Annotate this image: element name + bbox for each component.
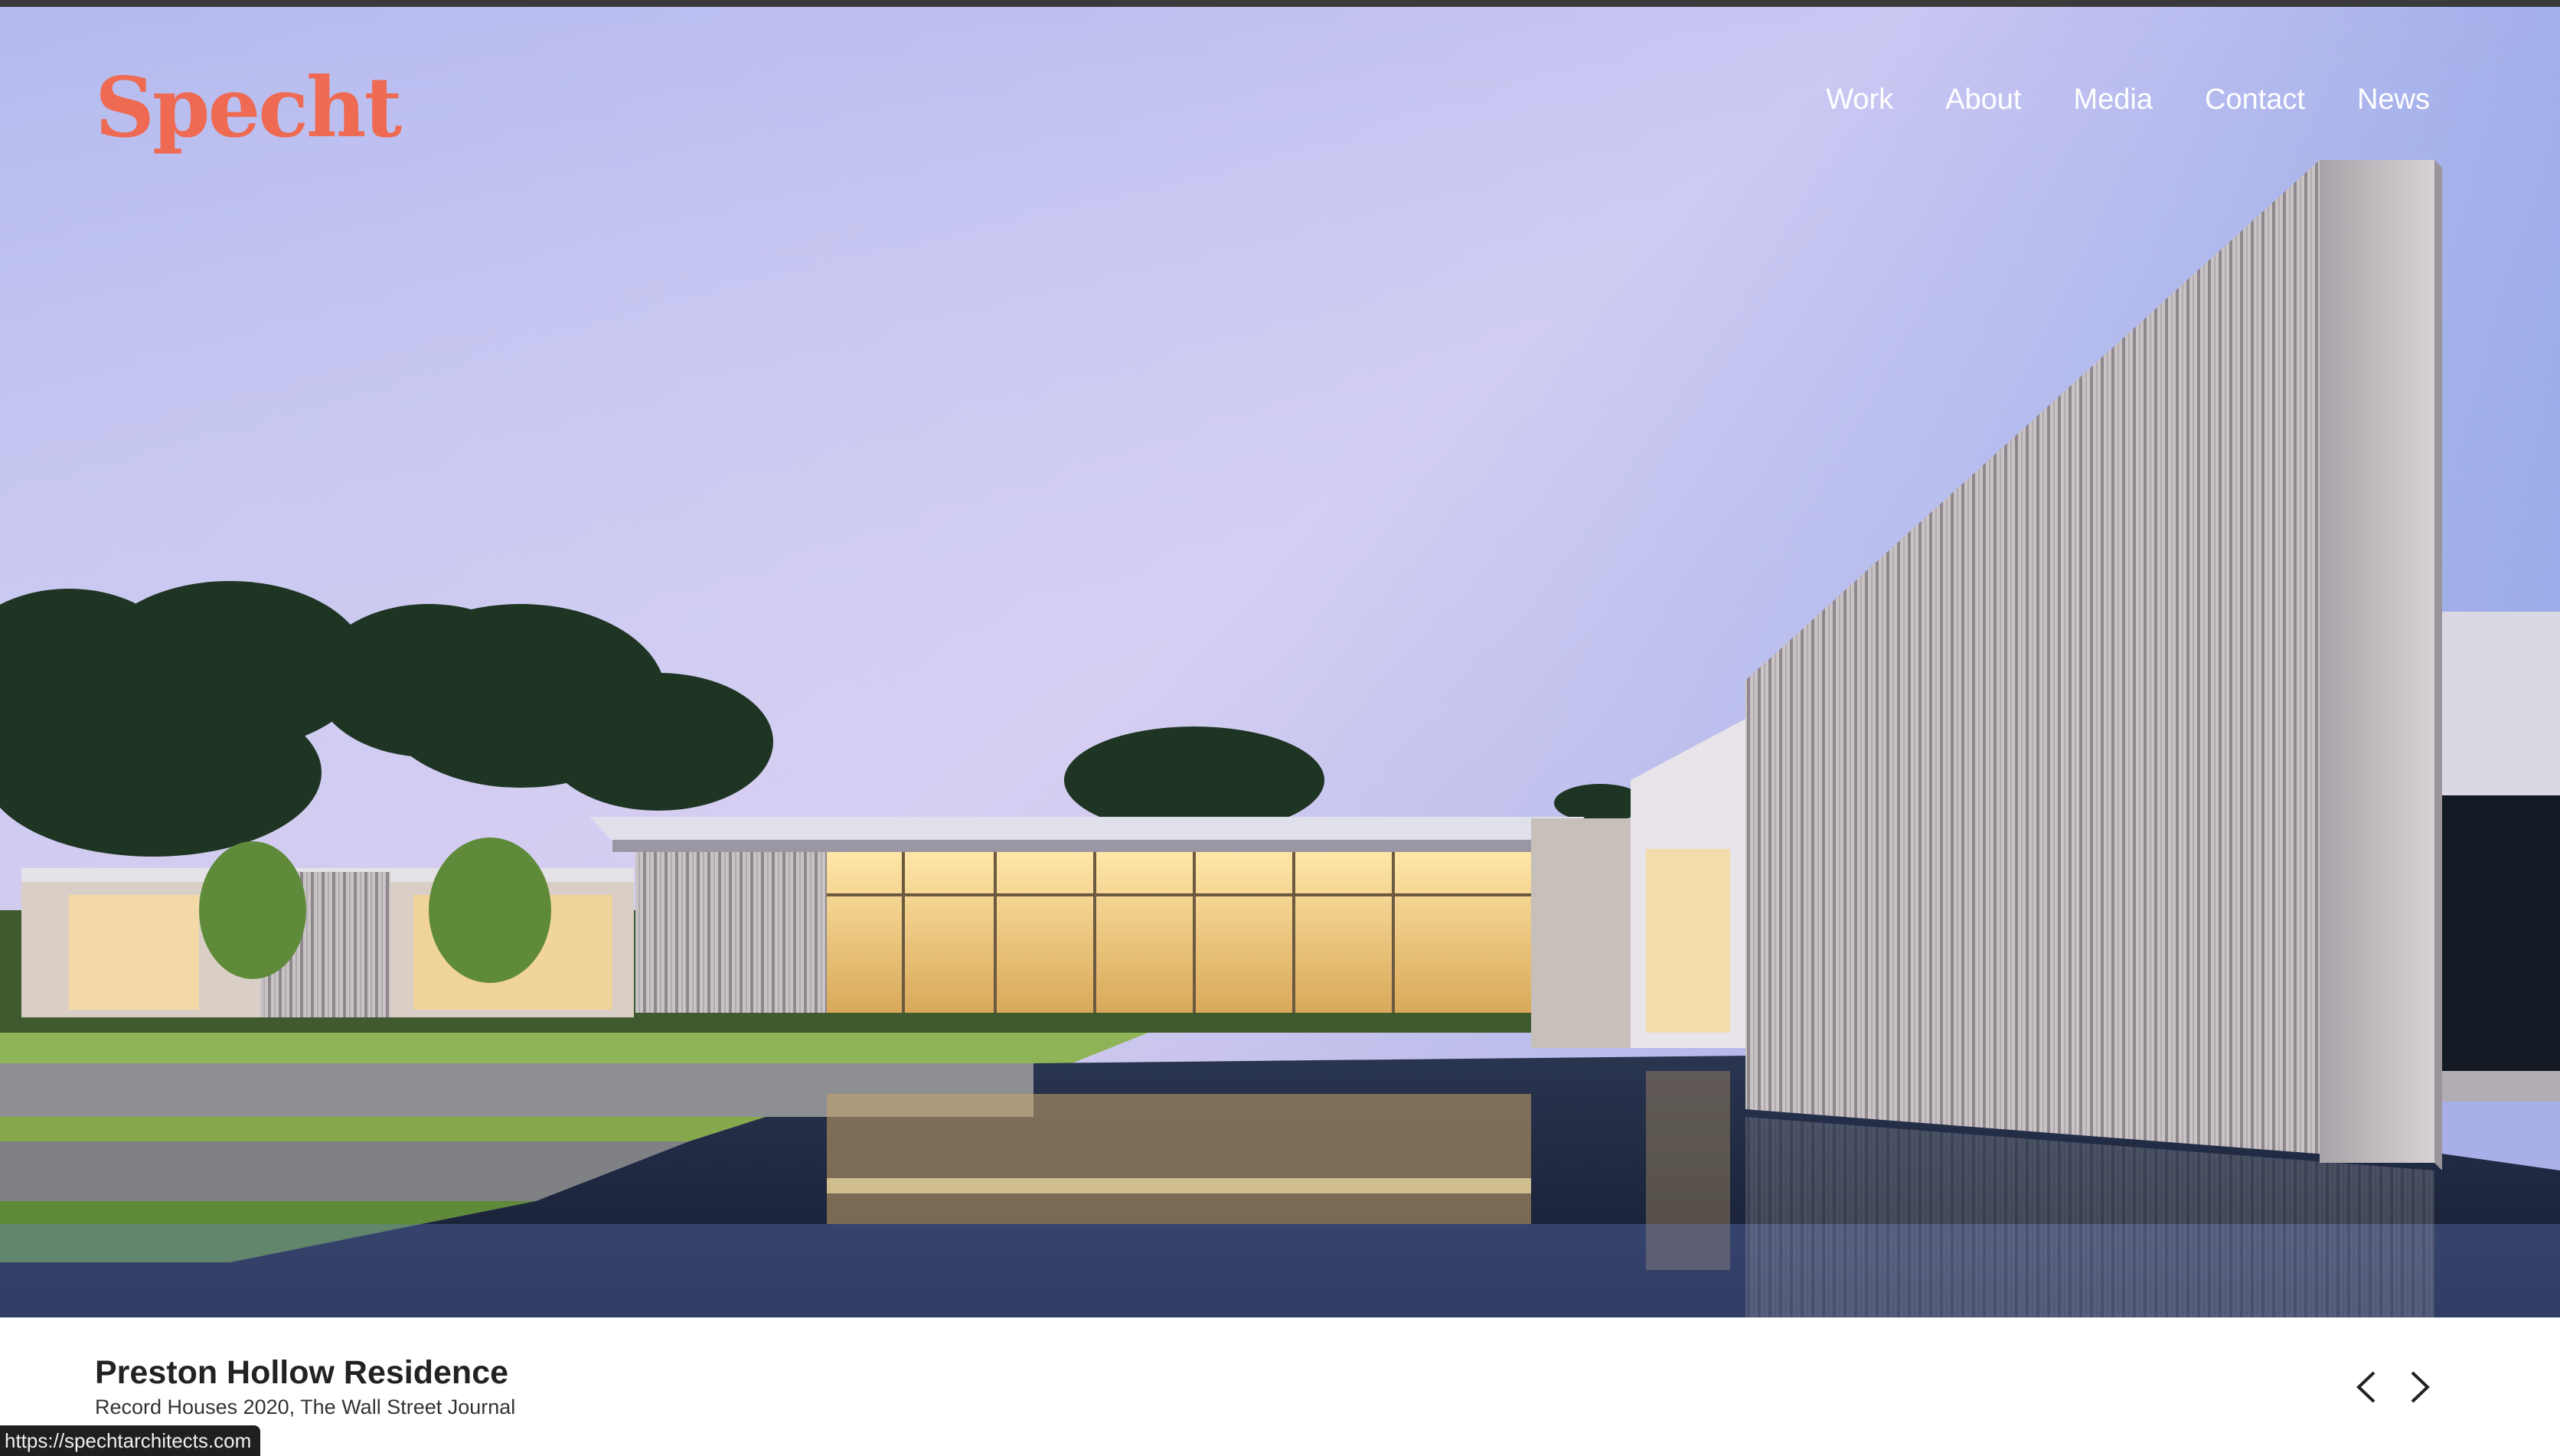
project-title[interactable]: Preston Hollow Residence <box>95 1354 515 1391</box>
nav-item-contact: Contact <box>2205 83 2305 116</box>
hero-scene <box>0 7 2560 1317</box>
previous-slide-button[interactable] <box>2349 1369 2382 1405</box>
hero-image[interactable]: Specht Work About Media Contact News <box>0 7 2560 1317</box>
nav-item-news: News <box>2357 83 2430 116</box>
nav-item-work: Work <box>1826 83 1893 116</box>
browser-top-bar <box>0 0 2560 7</box>
main-nav: Work About Media Contact News <box>1826 83 2430 116</box>
slider-controls <box>2349 1369 2438 1405</box>
site-logo[interactable]: Specht <box>95 67 402 149</box>
next-slide-button[interactable] <box>2404 1369 2438 1405</box>
chevron-left-icon <box>2356 1371 2376 1403</box>
browser-status-url: https://spechtarchitects.com <box>0 1425 261 1456</box>
nav-link-media[interactable]: Media <box>2074 83 2153 116</box>
nav-link-about[interactable]: About <box>1945 83 2021 116</box>
nav-link-work[interactable]: Work <box>1826 83 1893 116</box>
nav-link-contact[interactable]: Contact <box>2205 83 2305 116</box>
project-subtitle: Record Houses 2020, The Wall Street Jour… <box>95 1396 516 1419</box>
nav-link-news[interactable]: News <box>2357 83 2430 116</box>
nav-item-about: About <box>1945 83 2021 116</box>
nav-item-media: Media <box>2074 83 2153 116</box>
project-caption: Preston Hollow Residence Record Houses 2… <box>95 1354 516 1419</box>
chevron-right-icon <box>2411 1371 2430 1403</box>
